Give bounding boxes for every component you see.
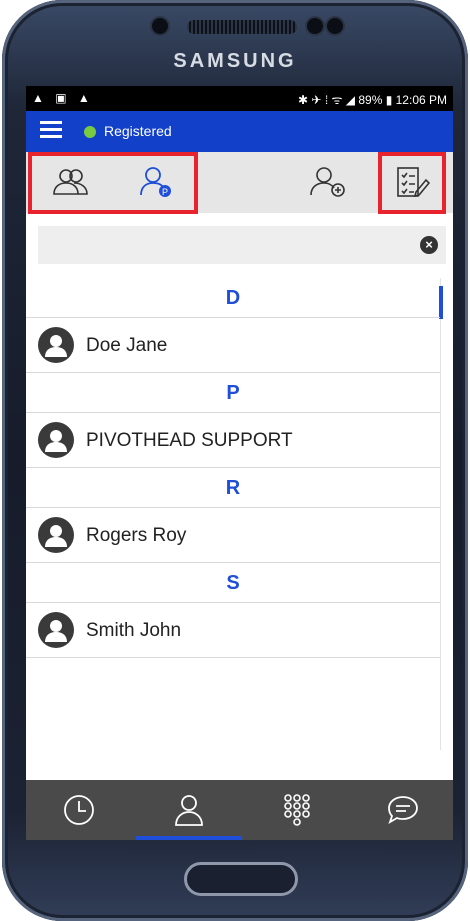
- home-button[interactable]: [184, 862, 298, 896]
- contact-row[interactable]: PIVOTHEAD SUPPORT: [26, 413, 440, 468]
- highlight-box-left: [28, 152, 198, 214]
- section-header: R: [26, 468, 440, 508]
- proximity-sensor: [307, 18, 323, 34]
- light-sensor: [327, 18, 343, 34]
- add-contact-icon[interactable]: [308, 162, 348, 202]
- registration-status: Registered: [104, 123, 172, 139]
- search-input[interactable]: ×: [38, 226, 446, 264]
- app-bar: Registered: [26, 111, 453, 152]
- avatar-icon: [38, 422, 74, 458]
- contacts-list: D Doe Jane P PIVOTHEAD SUPPORT R Rogers …: [26, 278, 440, 658]
- contact-name: Rogers Roy: [86, 525, 187, 546]
- contact-row[interactable]: Doe Jane: [26, 318, 440, 373]
- avatar-icon: [38, 327, 74, 363]
- contact-name: Doe Jane: [86, 335, 168, 356]
- contact-row[interactable]: Rogers Roy: [26, 508, 440, 563]
- screen: ▲ ▣ ▲ ✱ ✈ ⁞ ᯤ ◢ 89% ▮ 12:06 PM Registere…: [26, 86, 453, 840]
- bottom-nav: [26, 780, 453, 840]
- section-header: D: [26, 278, 440, 318]
- scroll-track: [440, 278, 441, 750]
- front-camera: [152, 18, 168, 34]
- section-header: S: [26, 563, 440, 603]
- history-icon[interactable]: [26, 780, 132, 840]
- hamburger-menu-icon[interactable]: [40, 121, 62, 141]
- avatar-icon: [38, 612, 74, 648]
- speaker-grille: [187, 20, 297, 34]
- chat-icon[interactable]: [350, 780, 453, 840]
- status-bar: ▲ ▣ ▲ ✱ ✈ ⁞ ᯤ ◢ 89% ▮ 12:06 PM: [26, 86, 453, 111]
- phone-frame: SAMSUNG ▲ ▣ ▲ ✱ ✈ ⁞ ᯤ ◢ 89% ▮ 12:06 PM R…: [2, 0, 468, 921]
- highlight-box-right: [378, 152, 446, 214]
- clear-search-icon[interactable]: ×: [420, 236, 438, 254]
- contact-name: PIVOTHEAD SUPPORT: [86, 430, 293, 451]
- contact-row[interactable]: Smith John: [26, 603, 440, 658]
- registration-status-dot: [84, 126, 96, 138]
- avatar-icon: [38, 517, 74, 553]
- dialpad-icon[interactable]: [244, 780, 350, 840]
- system-status: ✱ ✈ ⁞ ᯤ ◢ 89% ▮ 12:06 PM: [298, 93, 447, 107]
- contacts-icon[interactable]: [136, 780, 242, 840]
- brand-logo: SAMSUNG: [173, 50, 297, 72]
- notification-icons: ▲ ▣ ▲: [32, 91, 94, 105]
- active-tab-indicator: [136, 836, 242, 840]
- section-header: P: [26, 373, 440, 413]
- contact-name: Smith John: [86, 620, 182, 641]
- contacts-toolbar: P: [26, 152, 453, 214]
